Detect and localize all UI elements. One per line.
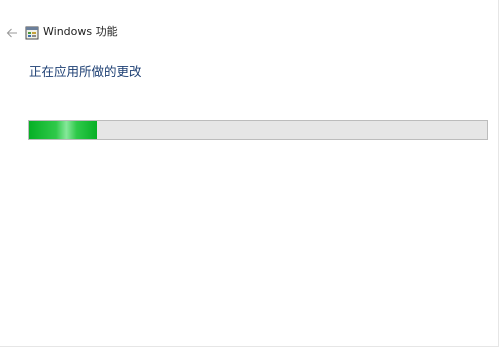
status-heading: 正在应用所做的更改 [29,64,142,79]
windows-features-dialog: Windows 功能 正在应用所做的更改 [0,0,499,347]
progress-fill [29,121,97,139]
back-arrow-icon [6,28,17,38]
back-button[interactable] [5,25,19,39]
progress-bar [28,120,488,140]
title-bar: Windows 功能 [0,22,498,46]
window-title: Windows 功能 [43,25,118,38]
windows-features-icon [25,25,39,40]
